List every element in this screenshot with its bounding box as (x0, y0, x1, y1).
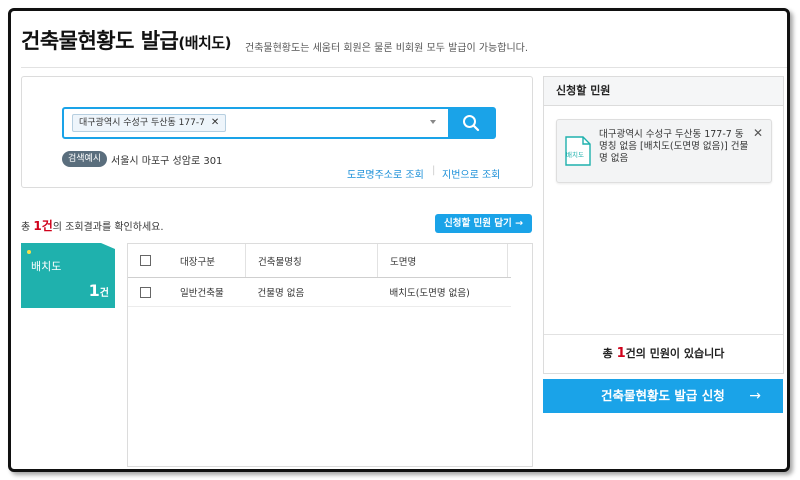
lot-number-search-link[interactable]: 지번으로 조회 (442, 166, 500, 181)
search-button[interactable] (448, 109, 494, 137)
column-header-ledger-type: 대장구분 (179, 244, 246, 278)
remove-tag-close-icon[interactable]: ✕ (211, 117, 219, 128)
request-summary: 총 1건의 민원이 있습니다 (544, 334, 783, 373)
row-select-cell (128, 277, 179, 307)
search-example-text: 서울시 마포구 성암로 301 (111, 156, 223, 167)
search-icon (463, 115, 480, 132)
column-end (507, 244, 511, 278)
drawing-type-count-unit: 건 (99, 288, 109, 299)
result-count-prefix: 총 (21, 222, 34, 233)
link-separator: | (432, 165, 436, 176)
result-count-text: 총 1건의 조회결과를 확인하세요. (21, 217, 164, 234)
page-title: 건축물현황도 발급(배치도) (21, 25, 231, 55)
results-table: 대장구분 건축물명칭 도면명 일반건축물 건물명 없음 배치도(도면명 없음) (128, 244, 511, 307)
search-panel: 대구광역시 수성구 두산동 177-7 ✕ 검색예시 서울시 마포구 성암로 30… (21, 76, 533, 188)
cell-building-name: 건물명 없음 (245, 277, 378, 307)
chevron-down-icon[interactable] (430, 120, 436, 124)
address-search-input[interactable]: 대구광역시 수성구 두산동 177-7 ✕ (62, 107, 496, 139)
remove-request-close-icon[interactable]: ✕ (753, 126, 763, 140)
result-count-suffix: 의 조회결과를 확인하세요. (52, 222, 164, 233)
results-table-container: 대장구분 건축물명칭 도면명 일반건축물 건물명 없음 배치도(도면명 없음) (127, 243, 533, 467)
page-title-suffix: (배치도) (178, 34, 231, 52)
app-window: 건축물현황도 발급(배치도) 건축물현황도는 세움터 회원은 물론 비회원 모두… (8, 8, 790, 472)
card-dot (27, 250, 31, 254)
card-notch (101, 243, 115, 249)
request-summary-number: 1 (616, 346, 626, 361)
request-item-text: 대구광역시 수성구 두산동 177-7 동명칭 없음 [배치도(도면명 없음)]… (599, 129, 749, 164)
document-icon-label: 배치도 (566, 151, 584, 159)
cell-ledger-type: 일반건축물 (179, 277, 246, 307)
issue-request-label: 건축물현황도 발급 신청 (601, 388, 725, 403)
cell-drawing-name: 배치도(도면명 없음) (377, 277, 508, 307)
road-address-search-link[interactable]: 도로명주소로 조회 (347, 166, 424, 181)
drawing-type-count-number: 1 (88, 281, 100, 300)
request-item-card: 배치도 대구광역시 수성구 두산동 177-7 동명칭 없음 [배치도(도면명 … (556, 119, 772, 183)
arrow-right-icon: → (749, 388, 761, 404)
table-header-row: 대장구분 건축물명칭 도면명 (128, 244, 511, 278)
drawing-type-label: 배치도 (31, 260, 62, 273)
request-summary-prefix: 총 (602, 347, 617, 360)
header-divider (21, 67, 787, 68)
issue-request-button[interactable]: 건축물현황도 발급 신청 → (543, 379, 783, 413)
selected-address-text: 대구광역시 수성구 두산동 177-7 (79, 118, 205, 128)
page-description: 건축물현황도는 세움터 회원은 물론 비회원 모두 발급이 가능합니다. (245, 43, 529, 54)
cell-end (507, 277, 511, 307)
add-to-request-button[interactable]: 신청할 민원 담기 → (435, 214, 532, 233)
drawing-type-count: 1건 (89, 281, 109, 300)
request-panel-title: 신청할 민원 (544, 77, 783, 106)
result-count-number: 1건 (33, 219, 53, 233)
request-panel: 신청할 민원 배치도 대구광역시 수성구 두산동 177-7 동명칭 없음 [배… (543, 76, 784, 374)
drawing-type-card[interactable]: 배치도 1건 (21, 243, 115, 308)
table-row[interactable]: 일반건축물 건물명 없음 배치도(도면명 없음) (128, 277, 511, 307)
page-title-main: 건축물현황도 발급 (21, 29, 179, 53)
request-summary-suffix: 건의 민원이 있습니다 (625, 347, 725, 360)
selected-address-tag[interactable]: 대구광역시 수성구 두산동 177-7 ✕ (72, 114, 227, 132)
row-checkbox[interactable] (140, 286, 151, 298)
select-all-checkbox[interactable] (140, 255, 151, 266)
column-header-drawing-name: 도면명 (377, 244, 508, 278)
search-example-badge: 검색예시 (62, 151, 108, 167)
column-header-building-name: 건축물명칭 (245, 244, 378, 278)
select-all-cell (128, 244, 179, 278)
